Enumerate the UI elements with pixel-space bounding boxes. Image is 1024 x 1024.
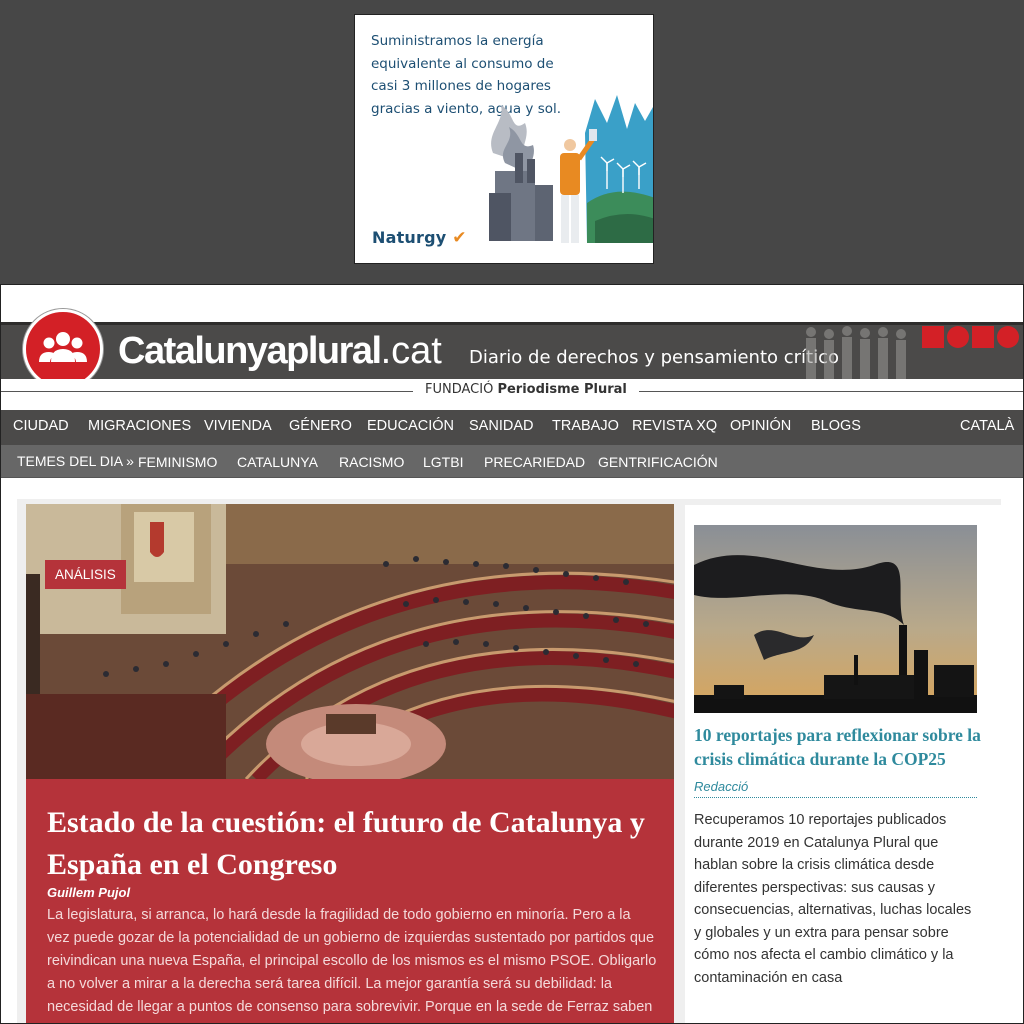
fundacio-prefix: FUNDACIÓ	[425, 382, 494, 397]
featured-article[interactable]: ANÁLISIS Estado de la cuestión: el futur…	[26, 504, 674, 1023]
category-badge[interactable]: ANÁLISIS	[45, 560, 126, 589]
language-switch[interactable]: CATALÀ	[960, 418, 1014, 434]
nav-item-educacion[interactable]: EDUCACIÓN	[367, 418, 454, 434]
nav-item-ciudad[interactable]: CIUDAD	[13, 418, 69, 434]
feature-excerpt: La legislatura, si arranca, lo hará desd…	[47, 907, 657, 1023]
site-brand[interactable]: Catalunyaplural.cat	[118, 330, 442, 373]
topic-feminismo[interactable]: FEMINISMO	[138, 454, 217, 470]
site-tagline: Diario de derechos y pensamiento crítico	[469, 347, 840, 368]
feature-title[interactable]: Estado de la cuestión: el futuro de Cata…	[47, 802, 647, 886]
main-navigation: CIUDAD MIGRACIONES VIVIENDA GÉNERO EDUCA…	[1, 410, 1023, 445]
topics-navigation: TEMES DEL DIA » FEMINISMO CATALUNYA RACI…	[1, 445, 1023, 478]
masthead-people-silhouettes	[806, 326, 906, 379]
masthead: Catalunyaplural.cat Diario de derechos y…	[1, 309, 1023, 389]
site-brand-tld: .cat	[380, 330, 442, 372]
nav-item-trabajo[interactable]: TRABAJO	[552, 418, 619, 434]
side-image-smokestacks[interactable]	[694, 525, 977, 713]
nav-item-genero[interactable]: GÉNERO	[289, 418, 352, 434]
topic-lgtbi[interactable]: LGTBI	[423, 454, 463, 470]
topic-gentrificacion[interactable]: GENTRIFICACIÓN	[598, 454, 718, 470]
nav-item-blogs[interactable]: BLOGS	[811, 418, 861, 434]
fundacio-name: Periodisme Plural	[497, 382, 627, 397]
feature-image-congress[interactable]	[26, 504, 674, 779]
nav-item-migraciones[interactable]: MIGRACIONES	[88, 418, 191, 434]
topic-precariedad[interactable]: PRECARIEDAD	[484, 454, 585, 470]
feature-author[interactable]: Guillem Pujol	[47, 885, 130, 900]
site-logo[interactable]	[23, 309, 103, 389]
people-group-icon	[39, 332, 87, 362]
social-blocks	[922, 326, 1019, 348]
topic-catalunya[interactable]: CATALUNYA	[237, 454, 318, 470]
content-area: ANÁLISIS Estado de la cuestión: el futur…	[17, 499, 1001, 1023]
nav-item-revista-xq[interactable]: REVISTA XQ	[632, 418, 717, 434]
side-article[interactable]: 10 reportajes para reflexionar sobre la …	[685, 505, 1001, 1023]
naturgy-flame-icon: ✔	[452, 228, 467, 248]
side-title[interactable]: 10 reportajes para reflexionar sobre la …	[694, 723, 984, 771]
nav-item-sanidad[interactable]: SANIDAD	[469, 418, 533, 434]
advertisement-banner[interactable]: Suministramos la energía equivalente al …	[354, 14, 654, 264]
site-brand-name: Catalunyaplural	[118, 330, 382, 372]
side-author[interactable]: Redacció	[694, 779, 748, 794]
topics-label: TEMES DEL DIA »	[17, 453, 134, 469]
side-divider	[694, 797, 977, 798]
topic-racismo[interactable]: RACISMO	[339, 454, 404, 470]
side-excerpt: Recuperamos 10 reportajes publicados dur…	[694, 812, 972, 986]
nav-item-opinion[interactable]: OPINIÓN	[730, 418, 791, 434]
site-frame: Catalunyaplural.cat Diario de derechos y…	[0, 284, 1024, 1024]
ad-illustration	[489, 95, 653, 243]
ad-brand-logo[interactable]: Naturgy ✔	[372, 228, 467, 248]
nav-item-vivienda[interactable]: VIVIENDA	[204, 418, 272, 434]
fundacio-bar: FUNDACIÓ Periodisme Plural	[1, 379, 1023, 405]
ad-brand-name: Naturgy	[372, 228, 447, 247]
fundacio-label[interactable]: FUNDACIÓ Periodisme Plural	[413, 382, 639, 397]
